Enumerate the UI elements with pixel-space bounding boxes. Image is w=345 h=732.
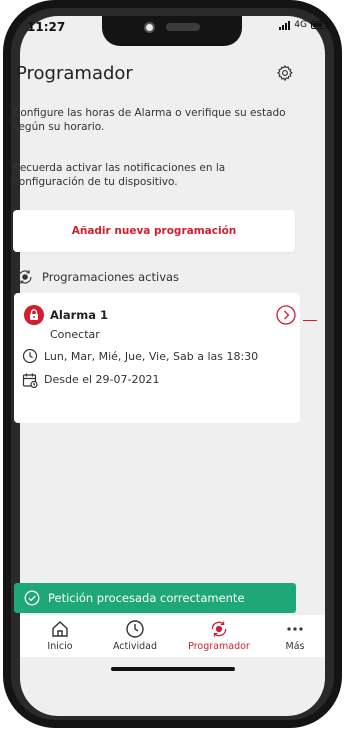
page-header: Programador xyxy=(16,60,294,90)
tab-label: Más xyxy=(285,641,305,652)
tab-label: Actividad xyxy=(112,641,158,652)
clock-icon xyxy=(22,348,38,364)
schedule-action: Conectar xyxy=(50,328,100,341)
add-schedule-button[interactable]: Añadir nueva programación xyxy=(13,210,295,252)
network-type: 4G xyxy=(294,20,307,30)
home-icon xyxy=(52,621,68,637)
tab-label: Programador xyxy=(188,641,250,652)
success-toast: Petición procesada correctamente xyxy=(14,583,296,613)
status-indicators: 4G xyxy=(279,20,329,30)
tab-mas[interactable]: Más xyxy=(260,619,330,652)
check-circle-icon xyxy=(24,590,40,606)
notch xyxy=(102,16,242,46)
tab-inicio[interactable]: Inicio xyxy=(25,619,95,652)
schedule-name: Alarma 1 xyxy=(50,308,109,322)
camera-icon xyxy=(144,22,155,33)
description-text: Configure las horas de Alarma o verifiqu… xyxy=(13,107,286,133)
home-indicator[interactable] xyxy=(111,667,235,671)
calendar-icon xyxy=(22,373,38,388)
signal-icon xyxy=(279,20,291,30)
battery-icon xyxy=(311,21,329,29)
scheduler-icon xyxy=(18,270,32,284)
status-time: 11:27 xyxy=(27,20,66,34)
toast-message: Petición procesada correctamente xyxy=(48,591,245,605)
tab-bar: Inicio Actividad Programador Más xyxy=(20,615,325,657)
tab-label: Inicio xyxy=(47,641,73,652)
scheduler-icon xyxy=(211,621,227,637)
tab-actividad[interactable]: Actividad xyxy=(100,619,170,652)
more-icon xyxy=(287,627,303,631)
tab-programador[interactable]: Programador xyxy=(184,619,254,652)
gear-icon[interactable] xyxy=(276,64,294,82)
schedule-since: Desde el 29-07-2021 xyxy=(44,373,160,386)
notification-hint: Recuerda activar las notificaciones en l… xyxy=(13,162,226,188)
schedule-days: Lun, Mar, Mié, Jue, Vie, Sab a las 18:30 xyxy=(44,350,259,363)
page-title: Programador xyxy=(16,63,133,84)
lock-icon xyxy=(24,305,44,325)
schedule-card: Alarma 1 Conectar Lun, Mar, Mié, Jue, Vi… xyxy=(14,293,300,423)
clock-icon xyxy=(126,620,144,638)
section-header: Programaciones activas xyxy=(16,268,179,286)
callout-line xyxy=(303,320,317,321)
speaker-icon xyxy=(166,23,200,31)
chevron-right-icon[interactable] xyxy=(276,305,296,325)
section-title: Programaciones activas xyxy=(42,270,180,284)
